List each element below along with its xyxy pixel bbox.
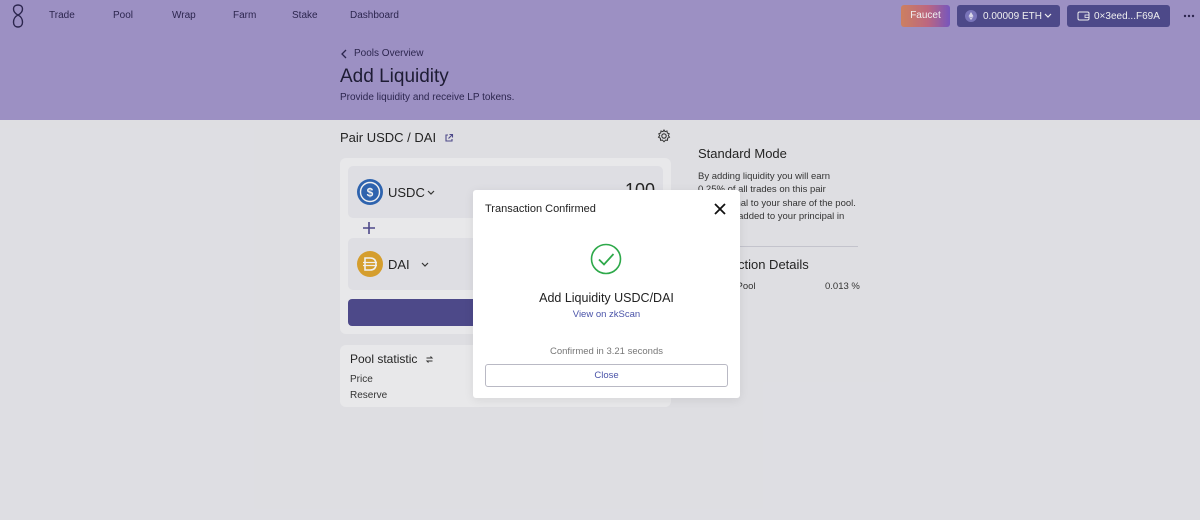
view-on-zkscan-link[interactable]: View on zkScan — [473, 309, 740, 320]
dialog-headline: Add Liquidity USDC/DAI — [539, 291, 674, 305]
confirmation-time: Confirmed in 3.21 seconds — [549, 346, 663, 357]
dialog-title: Transaction Confirmed — [485, 203, 596, 215]
close-button[interactable]: Close — [485, 364, 728, 387]
transaction-confirmed-dialog: Transaction Confirmed Add Liquidity USDC… — [473, 190, 740, 398]
success-check-icon — [590, 243, 622, 275]
close-icon[interactable] — [713, 202, 727, 216]
